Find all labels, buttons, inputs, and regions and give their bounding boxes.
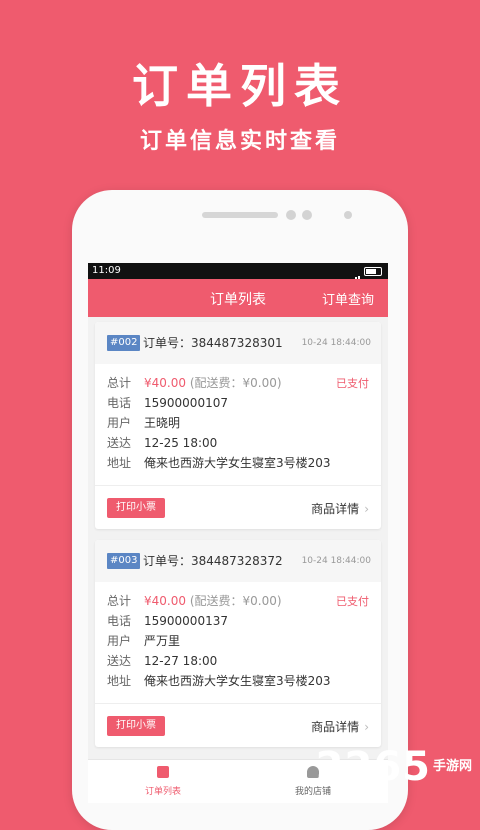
battery-icon	[364, 267, 382, 276]
product-detail-label: 商品详情	[311, 720, 360, 734]
delivery-fee: (配送费：¥0.00)	[189, 594, 282, 608]
promo-title: 订单列表	[132, 59, 348, 113]
print-receipt-button[interactable]: 打印小票	[107, 498, 165, 518]
order-date: 10-24 18:44:00	[301, 338, 371, 348]
order-total-row: 总计 ¥40.00 (配送费：¥0.00)	[107, 592, 282, 609]
order-phone: 15900000107	[144, 396, 228, 410]
phone-sensor-dot	[302, 210, 312, 220]
phone-screen: 11:09 订单列表 订单查询 #002 订单号：384487328301 10…	[88, 263, 388, 803]
order-tag: #003	[107, 553, 141, 569]
card-divider	[95, 703, 381, 704]
delivery-time: 12-27 18:00	[144, 654, 218, 668]
product-detail-link[interactable]: 商品详情 ›	[311, 718, 369, 735]
tab-label: 订单列表	[144, 787, 181, 797]
order-card[interactable]: #002 订单号：384487328301 10-24 18:44:00 总计 ¥…	[95, 322, 381, 529]
total-label: 总计	[107, 594, 132, 608]
delivery-fee: (配送费：¥0.00)	[189, 376, 282, 390]
order-address: 俺来也西游大学女生寝室3号楼203	[144, 674, 331, 688]
order-date: 10-24 18:44:00	[301, 556, 371, 566]
phone-speaker	[202, 212, 278, 218]
phone-sensor-dot	[286, 210, 296, 220]
order-delivery-row: 送达 12-25 18:00	[107, 434, 217, 451]
site-watermark: 2265 手游网	[316, 744, 472, 790]
phone-camera	[344, 211, 352, 219]
chevron-right-icon: ›	[364, 502, 369, 516]
tab-order-list[interactable]: 订单列表	[88, 760, 238, 803]
order-phone-row: 电话 15900000137	[107, 612, 228, 629]
payment-status: 已支付	[336, 595, 369, 608]
total-label: 总计	[107, 376, 132, 390]
order-number: 订单号：384487328301	[143, 336, 283, 350]
user-label: 用户	[107, 634, 132, 648]
order-user-row: 用户 王晓明	[107, 414, 180, 431]
payment-status: 已支付	[336, 377, 369, 390]
product-detail-link[interactable]: 商品详情 ›	[311, 500, 369, 517]
watermark-site: 手游网	[432, 759, 472, 774]
product-detail-label: 商品详情	[311, 502, 360, 516]
status-time: 11:09	[92, 265, 121, 276]
order-total: ¥40.00	[144, 594, 186, 608]
order-address-row: 地址 俺来也西游大学女生寝室3号楼203	[107, 454, 331, 471]
order-query-button[interactable]: 订单查询	[322, 289, 374, 308]
order-tag: #002	[107, 335, 141, 351]
order-number: 订单号：384487328372	[143, 554, 283, 568]
print-receipt-button[interactable]: 打印小票	[107, 716, 165, 736]
order-address: 俺来也西游大学女生寝室3号楼203	[144, 456, 331, 470]
order-delivery-row: 送达 12-27 18:00	[107, 652, 217, 669]
order-user-row: 用户 严万里	[107, 632, 180, 649]
delivery-time: 12-25 18:00	[144, 436, 218, 450]
app-header: 订单列表 订单查询	[88, 279, 388, 317]
watermark-number: 2265	[315, 744, 431, 790]
order-total-row: 总计 ¥40.00 (配送费：¥0.00)	[107, 374, 282, 391]
user-label: 用户	[107, 416, 132, 430]
order-total: ¥40.00	[144, 376, 186, 390]
chevron-right-icon: ›	[364, 720, 369, 734]
promo-subtitle: 订单信息实时查看	[139, 129, 340, 154]
order-phone: 15900000137	[144, 614, 228, 628]
delivery-label: 送达	[107, 654, 132, 668]
status-bar: 11:09	[88, 263, 388, 283]
order-user: 王晓明	[144, 416, 181, 430]
order-user: 严万里	[144, 634, 181, 648]
order-list-icon	[157, 766, 169, 778]
order-phone-row: 电话 15900000107	[107, 394, 228, 411]
address-label: 地址	[107, 674, 132, 688]
phone-label: 电话	[107, 614, 132, 628]
order-card[interactable]: #003 订单号：384487328372 10-24 18:44:00 总计 ¥…	[95, 540, 381, 747]
card-divider	[95, 485, 381, 486]
address-label: 地址	[107, 456, 132, 470]
phone-label: 电话	[107, 396, 132, 410]
delivery-label: 送达	[107, 436, 132, 450]
order-address-row: 地址 俺来也西游大学女生寝室3号楼203	[107, 672, 331, 689]
